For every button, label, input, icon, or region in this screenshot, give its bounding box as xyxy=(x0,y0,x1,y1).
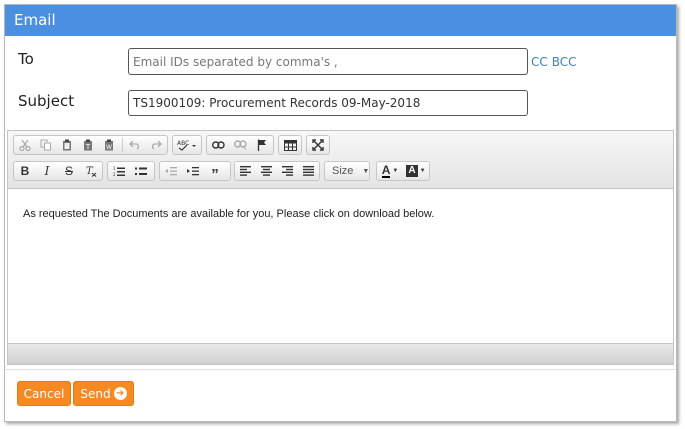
align-right-icon[interactable] xyxy=(277,162,298,180)
remove-format-icon[interactable]: T xyxy=(80,162,102,180)
footer-divider xyxy=(5,369,676,370)
bcc-link[interactable]: BCC xyxy=(552,55,577,69)
svg-text:1: 1 xyxy=(113,166,116,171)
paste-icon[interactable] xyxy=(56,136,77,154)
indent-icon[interactable] xyxy=(182,162,204,180)
table-icon[interactable] xyxy=(279,136,301,154)
spellcheck-group: ABC xyxy=(172,135,202,155)
bullet-list-icon[interactable] xyxy=(130,162,152,180)
list-group: 12 xyxy=(107,161,155,181)
link-group xyxy=(206,135,274,155)
svg-text:2: 2 xyxy=(113,172,116,177)
to-input[interactable] xyxy=(128,48,528,75)
align-left-icon[interactable] xyxy=(235,162,256,180)
cc-link[interactable]: CC xyxy=(531,55,548,69)
unlink-icon[interactable] xyxy=(229,136,251,154)
undo-icon[interactable] xyxy=(125,136,146,154)
align-group xyxy=(234,161,320,181)
subject-input[interactable] xyxy=(128,90,528,116)
basic-styles-group: B I S T xyxy=(13,161,103,181)
svg-text:W: W xyxy=(106,144,112,151)
dialog-title: Email xyxy=(5,5,676,36)
italic-button[interactable]: I xyxy=(36,162,58,180)
send-label: Send xyxy=(80,386,111,401)
color-group: A ▼ A ▼ xyxy=(376,161,430,181)
chevron-down-icon: ▼ xyxy=(392,168,399,174)
strike-button[interactable]: S xyxy=(58,162,80,180)
svg-text:T: T xyxy=(85,143,91,151)
align-justify-icon[interactable] xyxy=(298,162,319,180)
send-button[interactable]: Send ➜ xyxy=(73,381,134,406)
arrow-right-circle-icon: ➜ xyxy=(113,387,127,400)
link-icon[interactable] xyxy=(207,136,229,154)
maximize-icon[interactable] xyxy=(307,136,329,154)
editor-status-bar xyxy=(8,343,673,364)
font-size-label: Size xyxy=(332,165,354,177)
editor-toolbar: T W ABC B I S T 1 2 ” Size ▼ A ▼ A ▼ xyxy=(8,131,673,189)
chevron-down-icon: ▼ xyxy=(362,167,370,175)
background-color-button[interactable]: A ▼ xyxy=(403,162,429,180)
anchor-flag-icon[interactable] xyxy=(251,136,273,154)
svg-text:ABC: ABC xyxy=(177,140,189,147)
subject-label: Subject xyxy=(18,92,75,110)
cancel-button[interactable]: Cancel xyxy=(17,381,71,406)
paste-word-icon[interactable]: W xyxy=(99,136,120,154)
font-size-dropdown[interactable]: Size ▼ xyxy=(324,161,370,181)
maximize-group xyxy=(306,135,330,155)
spellcheck-icon[interactable]: ABC xyxy=(173,136,201,154)
align-center-icon[interactable] xyxy=(256,162,277,180)
clipboard-group: T W xyxy=(13,135,168,155)
text-color-glyph: A xyxy=(381,162,391,178)
to-label: To xyxy=(18,50,34,68)
copy-icon[interactable] xyxy=(35,136,56,154)
cc-bcc-links: CC BCC xyxy=(531,55,581,69)
outdent-icon[interactable] xyxy=(160,162,182,180)
editor-body-text[interactable]: As requested The Documents are available… xyxy=(23,208,434,220)
redo-icon[interactable] xyxy=(146,136,167,154)
rich-text-editor: T W ABC B I S T 1 2 ” Size ▼ A ▼ A ▼ As … xyxy=(7,130,674,365)
background-color-glyph: A xyxy=(406,165,418,177)
paste-text-icon[interactable]: T xyxy=(77,136,98,154)
numbered-list-icon[interactable]: 12 xyxy=(108,162,130,180)
blockquote-button[interactable]: ” xyxy=(204,162,226,183)
email-dialog: Email To CC BCC Subject T xyxy=(4,4,677,422)
indent-group: ” xyxy=(159,161,231,183)
bold-button[interactable]: B xyxy=(14,162,36,180)
cut-icon[interactable] xyxy=(14,136,35,154)
table-group xyxy=(278,135,302,155)
cancel-label: Cancel xyxy=(23,386,65,401)
text-color-button[interactable]: A ▼ xyxy=(377,162,403,180)
chevron-down-icon: ▼ xyxy=(419,168,426,174)
